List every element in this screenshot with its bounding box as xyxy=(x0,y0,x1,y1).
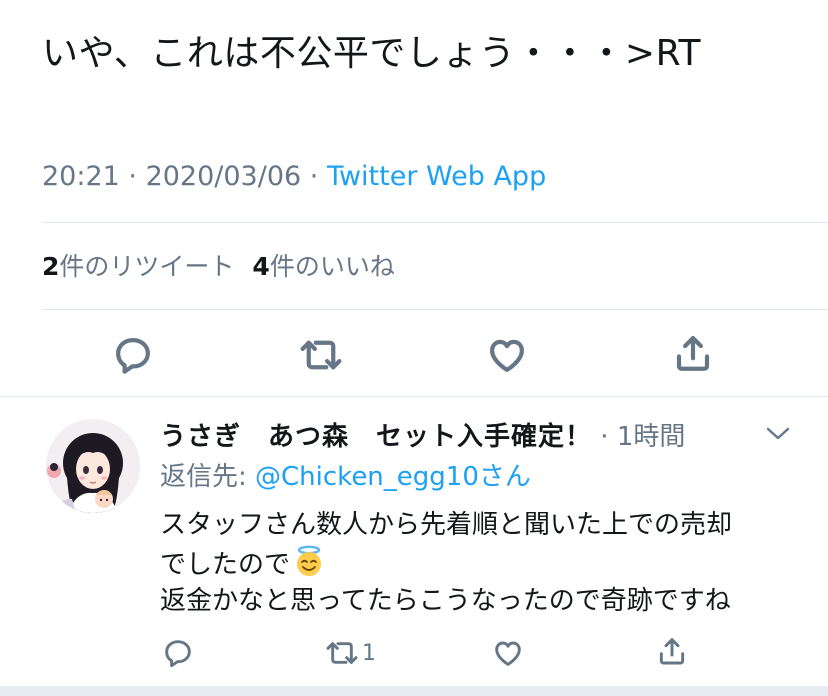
retweet-stat[interactable]: 2件のリツイート xyxy=(42,252,234,281)
reply-time[interactable]: 1時間 xyxy=(617,422,686,452)
divider xyxy=(42,222,828,223)
reply-body-line: 返金かなと思ってたらこうなったので奇跡ですね xyxy=(160,586,731,616)
reply-to-label: 返信先: xyxy=(160,462,256,492)
reply-separator: · xyxy=(592,422,617,452)
avatar-illustration xyxy=(46,419,140,513)
like-icon[interactable] xyxy=(486,334,528,376)
reply-body-line: でしたので xyxy=(160,550,291,580)
meta-separator: · xyxy=(301,161,327,192)
tweet-date: 2020/03/06 xyxy=(145,161,302,192)
like-count: 4 xyxy=(252,252,270,281)
retweet-icon[interactable] xyxy=(298,334,344,376)
reply-icon[interactable] xyxy=(112,334,154,376)
like-label: 件のいいね xyxy=(269,252,395,281)
retweet-count: 2 xyxy=(42,252,60,281)
tweet-meta: 20:21 · 2020/03/06 · Twitter Web App xyxy=(42,158,546,196)
reply-header: うさぎ あつ森 セット入手確定！ · 1時間 xyxy=(160,418,685,456)
reply-to-handle[interactable]: @Chicken_egg10さん xyxy=(255,462,531,492)
reply-body: スタッフさん数人から先着順と聞いた上での売却 でしたので 返金かなと思ってたらこ… xyxy=(160,506,732,620)
chevron-down-icon[interactable] xyxy=(764,424,792,448)
divider xyxy=(42,309,828,310)
tweet-source-link[interactable]: Twitter Web App xyxy=(327,161,546,192)
like-stat[interactable]: 4件のいいね xyxy=(252,252,394,281)
reply-author-name[interactable]: うさぎ あつ森 セット入手確定！ xyxy=(160,422,592,452)
tweet-text: いや、これは不公平でしょう・・・>RT xyxy=(42,33,701,74)
reply-body-line-with-emoji: でしたので xyxy=(160,544,732,582)
reply-body-line: スタッフさん数人から先着順と聞いた上での売却 xyxy=(160,510,733,540)
tweet-stats: 2件のリツイート 4件のいいね xyxy=(42,249,395,285)
retweet-icon[interactable]: 1 xyxy=(324,637,376,669)
reply-retweet-count: 1 xyxy=(362,640,376,666)
share-icon[interactable] xyxy=(656,635,688,667)
share-icon[interactable] xyxy=(672,332,714,374)
meta-separator: · xyxy=(119,161,146,192)
like-icon[interactable] xyxy=(492,637,524,669)
divider xyxy=(0,396,828,397)
tweet-time: 20:21 xyxy=(42,161,120,192)
avatar[interactable] xyxy=(46,419,140,513)
bottom-separator xyxy=(0,686,828,696)
reply-icon[interactable] xyxy=(162,637,194,669)
reply-to: 返信先: @Chicken_egg10さん xyxy=(160,458,531,496)
retweet-label: 件のリツイート xyxy=(59,252,235,281)
